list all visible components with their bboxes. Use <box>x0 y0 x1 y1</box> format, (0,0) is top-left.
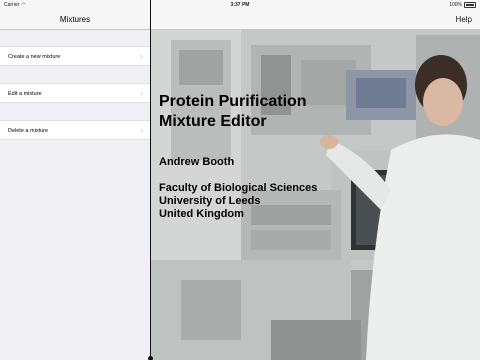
delete-mixture-label: Delete a mixture <box>8 128 49 134</box>
affiliation-university: University of Leeds <box>159 195 261 207</box>
create-mixture-label: Create a new mixture <box>8 54 61 60</box>
mixture-menu: Create a new mixture › Edit a mixture › … <box>0 30 150 140</box>
split-divider-handle <box>148 356 153 360</box>
delete-mixture-item[interactable]: Delete a mixture › <box>0 120 150 140</box>
author-name: Andrew Booth <box>159 156 235 168</box>
chevron-right-icon: › <box>140 125 143 135</box>
master-pane: Mixtures Create a new mixture › Edit a m… <box>0 10 150 360</box>
app-info: Protein Purification Mixture Editor Andr… <box>159 92 459 221</box>
battery-icon <box>464 2 476 8</box>
edit-mixture-item[interactable]: Edit a mixture › <box>0 83 150 103</box>
split-divider <box>150 0 151 360</box>
create-mixture-item[interactable]: Create a new mixture › <box>0 46 150 66</box>
chevron-right-icon: › <box>140 51 143 61</box>
help-button[interactable]: Help <box>456 10 472 30</box>
battery-percent: 100% <box>449 2 462 8</box>
status-bar: Carrier ◠ 3:37 PM 100% <box>0 0 480 10</box>
edit-mixture-label: Edit a mixture <box>8 91 42 97</box>
detail-nav-bar: Help <box>151 10 480 30</box>
clock: 3:37 PM <box>230 2 250 8</box>
affiliation-country: United Kingdom <box>159 208 244 220</box>
detail-pane: Help Protein Purification Mixture Editor <box>151 10 480 360</box>
master-title: Mixtures <box>59 15 91 24</box>
chevron-right-icon: › <box>140 88 143 98</box>
master-nav-bar: Mixtures <box>0 10 150 30</box>
affiliation-faculty: Faculty of Biological Sciences <box>159 182 318 194</box>
app-title-line2: Mixture Editor <box>159 113 267 130</box>
app-title-line1: Protein Purification <box>159 93 307 110</box>
